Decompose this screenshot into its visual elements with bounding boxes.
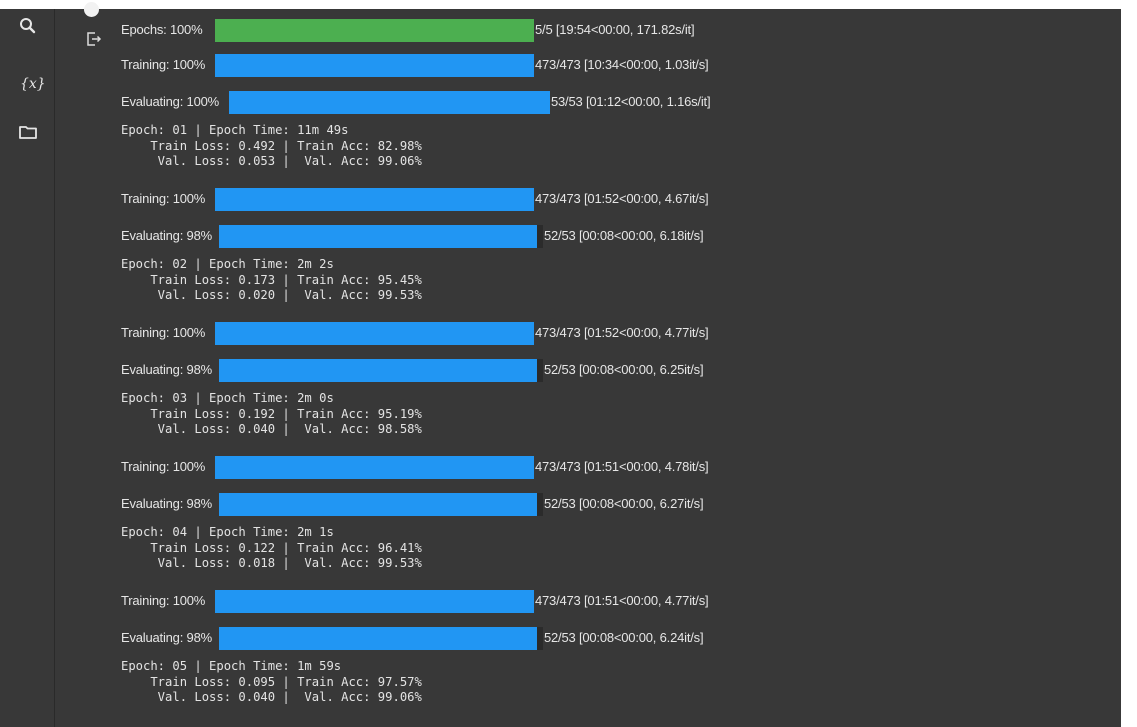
progress-fill (219, 359, 537, 382)
progress-fill (219, 493, 537, 516)
stats-line: Epoch: 04 | Epoch Time: 2m 1s (121, 525, 334, 539)
training-progress-bar: Training: 100% 473/473 [01:52<00:00, 4.77… (121, 320, 921, 346)
progress-info: 473/473 [10:34<00:00, 1.03it/s] (535, 57, 709, 72)
progress-label: Training: 100% (121, 593, 206, 608)
stats-line: Train Loss: 0.122 | Train Acc: 96.41% (121, 540, 422, 555)
notebook-window: {x} Epochs: 100% 5/5 [19:54<00:00, 171.82… (0, 0, 1121, 727)
stats-line: Train Loss: 0.192 | Train Acc: 95.19% (121, 406, 422, 421)
progress-fill (219, 627, 537, 650)
stats-line: Train Loss: 0.173 | Train Acc: 95.45% (121, 272, 422, 287)
progress-fill (215, 19, 534, 42)
stats-line: Val. Loss: 0.020 | Val. Acc: 99.53% (121, 288, 422, 302)
progress-label: Evaluating: 98% (121, 496, 212, 511)
progress-track (215, 322, 534, 345)
training-progress-bar: Training: 100% 473/473 [01:52<00:00, 4.67… (121, 186, 921, 212)
progress-label: Training: 100% (121, 459, 206, 474)
evaluating-progress-bar: Evaluating: 98% 52/53 [00:08<00:00, 6.24i… (121, 625, 921, 651)
progress-info: 5/5 [19:54<00:00, 171.82s/it] (535, 22, 695, 37)
left-sidebar: {x} (0, 9, 55, 727)
folder-icon[interactable] (17, 121, 39, 143)
stats-line: Train Loss: 0.095 | Train Acc: 97.57% (121, 674, 422, 689)
progress-info: 53/53 [01:12<00:00, 1.16s/it] (551, 94, 711, 109)
progress-label: Evaluating: 100% (121, 94, 219, 109)
progress-label: Evaluating: 98% (121, 362, 212, 377)
progress-label: Evaluating: 98% (121, 630, 212, 645)
progress-label: Evaluating: 98% (121, 228, 212, 243)
stats-line: Epoch: 02 | Epoch Time: 2m 2s (121, 257, 334, 271)
search-icon[interactable] (17, 15, 39, 37)
progress-info: 52/53 [00:08<00:00, 6.27it/s] (544, 496, 704, 511)
progress-track (219, 359, 543, 382)
epoch-stats: Epoch: 02 | Epoch Time: 2m 2s Train Loss… (121, 257, 422, 304)
progress-track (215, 456, 534, 479)
stats-line: Epoch: 05 | Epoch Time: 1m 59s (121, 659, 342, 673)
stats-line: Val. Loss: 0.018 | Val. Acc: 99.53% (121, 556, 422, 570)
progress-fill (215, 322, 534, 345)
progress-track (215, 19, 534, 42)
progress-label: Training: 100% (121, 191, 206, 206)
progress-track (219, 493, 543, 516)
evaluating-progress-bar: Evaluating: 98% 52/53 [00:08<00:00, 6.27i… (121, 491, 921, 517)
stats-line: Val. Loss: 0.053 | Val. Acc: 99.06% (121, 154, 422, 168)
progress-track (219, 225, 543, 248)
progress-info: 473/473 [01:51<00:00, 4.78it/s] (535, 459, 709, 474)
training-progress-bar: Training: 100% 473/473 [10:34<00:00, 1.03… (121, 52, 921, 78)
progress-fill (215, 590, 534, 613)
evaluating-progress-bar: Evaluating: 98% 52/53 [00:08<00:00, 6.25i… (121, 357, 921, 383)
progress-track (215, 188, 534, 211)
stats-line: Epoch: 01 | Epoch Time: 11m 49s (121, 123, 349, 137)
progress-info: 473/473 [01:52<00:00, 4.77it/s] (535, 325, 709, 340)
progress-track (219, 627, 543, 650)
training-progress-bar: Training: 100% 473/473 [01:51<00:00, 4.77… (121, 588, 921, 614)
progress-info: 473/473 [01:52<00:00, 4.67it/s] (535, 191, 709, 206)
progress-label: Training: 100% (121, 325, 206, 340)
training-progress-bar: Training: 100% 473/473 [01:51<00:00, 4.78… (121, 454, 921, 480)
stats-line: Epoch: 03 | Epoch Time: 2m 0s (121, 391, 334, 405)
epoch-stats: Epoch: 01 | Epoch Time: 11m 49s Train Lo… (121, 123, 422, 170)
progress-fill (229, 91, 550, 114)
progress-track (229, 91, 550, 114)
progress-info: 52/53 [00:08<00:00, 6.25it/s] (544, 362, 704, 377)
progress-fill (215, 54, 534, 77)
cell-output: Epochs: 100% 5/5 [19:54<00:00, 171.82s/it… (121, 0, 1111, 727)
epoch-stats: Epoch: 05 | Epoch Time: 1m 59s Train Los… (121, 659, 422, 706)
stats-line: Train Loss: 0.492 | Train Acc: 82.98% (121, 138, 422, 153)
progress-label: Epochs: 100% (121, 22, 203, 37)
epoch-stats: Epoch: 04 | Epoch Time: 2m 1s Train Loss… (121, 525, 422, 572)
progress-track (215, 590, 534, 613)
stats-line: Val. Loss: 0.040 | Val. Acc: 98.58% (121, 422, 422, 436)
evaluating-progress-bar: Evaluating: 98% 52/53 [00:08<00:00, 6.18i… (121, 223, 921, 249)
progress-track (215, 54, 534, 77)
run-cell-button[interactable] (84, 2, 99, 17)
progress-info: 52/53 [00:08<00:00, 6.18it/s] (544, 228, 704, 243)
variables-icon[interactable]: {x} (20, 76, 46, 92)
progress-fill (219, 225, 537, 248)
output-menu-icon[interactable] (86, 31, 102, 47)
progress-info: 473/473 [01:51<00:00, 4.77it/s] (535, 593, 709, 608)
progress-fill (215, 188, 534, 211)
epochs-progress-bar: Epochs: 100% 5/5 [19:54<00:00, 171.82s/it… (121, 17, 921, 43)
progress-fill (215, 456, 534, 479)
epoch-stats: Epoch: 03 | Epoch Time: 2m 0s Train Loss… (121, 391, 422, 438)
stats-line: Val. Loss: 0.040 | Val. Acc: 99.06% (121, 690, 422, 704)
progress-info: 52/53 [00:08<00:00, 6.24it/s] (544, 630, 704, 645)
progress-label: Training: 100% (121, 57, 206, 72)
evaluating-progress-bar: Evaluating: 100% 53/53 [01:12<00:00, 1.16… (121, 89, 921, 115)
